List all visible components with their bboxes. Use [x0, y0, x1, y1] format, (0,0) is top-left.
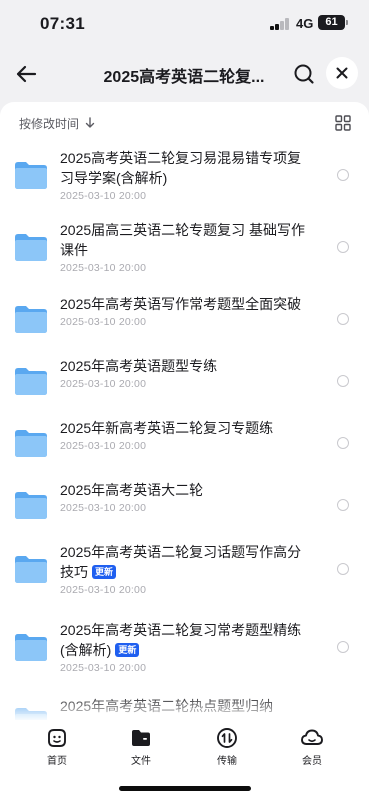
folder-icon — [15, 234, 47, 261]
file-info: 2025年高考英语题型专练 2025-03-10 20:00 — [60, 356, 310, 390]
page-title: 2025高考英语二轮复... — [103, 69, 265, 86]
file-info: 2025届高三英语二轮专题复习 基础写作课件 2025-03-10 20:00 — [60, 220, 310, 274]
battery-level: 61 — [325, 16, 338, 28]
folder-icon — [15, 430, 47, 457]
file-name: 2025年高考英语题型专练 — [60, 356, 310, 376]
status-time: 07:31 — [40, 14, 85, 33]
file-row[interactable]: 2025年高考英语写作常考题型全面突破 2025-03-10 20:00 — [0, 294, 369, 339]
file-name-text: 2025年高考英语题型专练 — [60, 358, 218, 374]
list-fade — [0, 694, 369, 722]
back-button[interactable] — [12, 60, 40, 88]
file-name-text: 2025高考英语二轮复习易混易错专项复习导学案(含解析) — [60, 150, 302, 186]
folder-icon — [15, 368, 47, 395]
update-badge: 更新 — [115, 643, 140, 657]
search-button[interactable] — [290, 60, 318, 88]
folder-icon — [15, 306, 47, 333]
file-name-text: 2025届高三英语二轮专题复习 基础写作课件 — [60, 222, 306, 258]
file-name: 2025年新高考英语二轮复习专题练 — [60, 418, 310, 438]
file-row[interactable]: 2025年高考英语题型专练 2025-03-10 20:00 — [0, 356, 369, 401]
file-name-text: 2025年高考英语写作常考题型全面突破 — [60, 296, 302, 312]
file-name: 2025年高考英语大二轮 — [60, 480, 310, 500]
file-date: 2025-03-10 20:00 — [60, 502, 147, 514]
file-date: 2025-03-10 20:00 — [60, 584, 147, 596]
folder-tab-icon — [98, 726, 184, 750]
select-radio[interactable] — [337, 241, 349, 253]
file-info: 2025年高考英语二轮复习话题写作高分技巧 更新 2025-03-10 20:00 — [60, 542, 310, 596]
file-name: 2025年高考英语写作常考题型全面突破 — [60, 294, 310, 314]
network-type: 4G — [296, 16, 314, 31]
tab-transfer[interactable]: 传输 — [184, 720, 270, 768]
folder-icon — [15, 162, 47, 189]
file-name: 2025年高考英语二轮复习话题写作高分技巧 更新 — [60, 542, 310, 582]
sort-label[interactable]: 按修改时间 — [19, 115, 79, 132]
file-info: 2025年高考英语大二轮 2025-03-10 20:00 — [60, 480, 310, 514]
file-row[interactable]: 2025高考英语二轮复习易混易错专项复习导学案(含解析) 2025-03-10 2… — [0, 148, 369, 208]
update-badge: 更新 — [92, 565, 117, 579]
search-icon — [294, 64, 314, 84]
tab-transfer-label: 传输 — [217, 756, 237, 767]
file-date: 2025-03-10 20:00 — [60, 316, 147, 328]
file-info: 2025年高考英语二轮复习常考题型精练(含解析) 更新 2025-03-10 20:… — [60, 620, 310, 674]
file-name-text: 2025年新高考英语二轮复习专题练 — [60, 420, 274, 436]
file-row[interactable]: 2025年高考英语二轮复习话题写作高分技巧 更新 2025-03-10 20:00 — [0, 542, 369, 602]
tab-home[interactable]: 首页 — [14, 720, 100, 768]
tab-home-label: 首页 — [47, 756, 67, 767]
select-radio[interactable] — [337, 375, 349, 387]
file-name-text: 2025年高考英语二轮复习常考题型精练(含解析) — [60, 622, 302, 658]
select-radio[interactable] — [337, 313, 349, 325]
file-date: 2025-03-10 20:00 — [60, 662, 147, 674]
select-radio[interactable] — [337, 437, 349, 449]
file-row[interactable]: 2025届高三英语二轮专题复习 基础写作课件 2025-03-10 20:00 — [0, 220, 369, 280]
file-info: 2025高考英语二轮复习易混易错专项复习导学案(含解析) 2025-03-10 2… — [60, 148, 310, 202]
tab-files[interactable]: 文件 — [98, 720, 184, 768]
sort-bar[interactable]: 按修改时间 — [19, 112, 351, 134]
home-indicator — [119, 786, 251, 791]
select-radio[interactable] — [337, 499, 349, 511]
tab-member[interactable]: 会员 — [269, 720, 355, 768]
file-row[interactable]: 2025年新高考英语二轮复习专题练 2025-03-10 20:00 — [0, 418, 369, 463]
tab-member-label: 会员 — [302, 756, 322, 767]
home-face-icon — [14, 726, 100, 750]
file-name: 2025年高考英语二轮复习常考题型精练(含解析) 更新 — [60, 620, 310, 660]
file-date: 2025-03-10 20:00 — [60, 378, 147, 390]
status-bar: 07:31 4G 61 — [0, 0, 369, 48]
battery-icon: 61 — [318, 15, 348, 30]
folder-icon — [15, 634, 47, 661]
transfer-icon — [184, 726, 270, 750]
folder-icon — [15, 492, 47, 519]
close-button[interactable] — [326, 57, 358, 89]
file-date: 2025-03-10 20:00 — [60, 262, 147, 274]
file-date: 2025-03-10 20:00 — [60, 190, 147, 202]
file-name: 2025高考英语二轮复习易混易错专项复习导学案(含解析) — [60, 148, 310, 188]
file-info: 2025年新高考英语二轮复习专题练 2025-03-10 20:00 — [60, 418, 310, 452]
file-row[interactable]: 2025年高考英语二轮复习常考题型精练(含解析) 更新 2025-03-10 20:… — [0, 620, 369, 680]
file-name: 2025届高三英语二轮专题复习 基础写作课件 — [60, 220, 310, 260]
file-info: 2025年高考英语写作常考题型全面突破 2025-03-10 20:00 — [60, 294, 310, 328]
grid-view-icon[interactable] — [335, 115, 351, 131]
cloud-icon — [269, 726, 355, 750]
select-radio[interactable] — [337, 169, 349, 181]
close-icon — [336, 67, 348, 79]
tab-files-label: 文件 — [131, 756, 151, 767]
file-panel: 按修改时间 2025高考英语二轮复习易混易错专项复习导学案(含解析) 2025-0… — [0, 102, 369, 800]
nav-bar: 2025高考英语二轮复... — [0, 48, 369, 100]
select-radio[interactable] — [337, 641, 349, 653]
file-date: 2025-03-10 20:00 — [60, 440, 147, 452]
file-name-text: 2025年高考英语大二轮 — [60, 482, 204, 498]
arrow-left-icon — [16, 65, 37, 83]
folder-icon — [15, 556, 47, 583]
select-radio[interactable] — [337, 563, 349, 575]
sort-arrow-down-icon[interactable] — [85, 117, 95, 129]
signal-icon — [270, 18, 290, 30]
file-row[interactable]: 2025年高考英语大二轮 2025-03-10 20:00 — [0, 480, 369, 525]
